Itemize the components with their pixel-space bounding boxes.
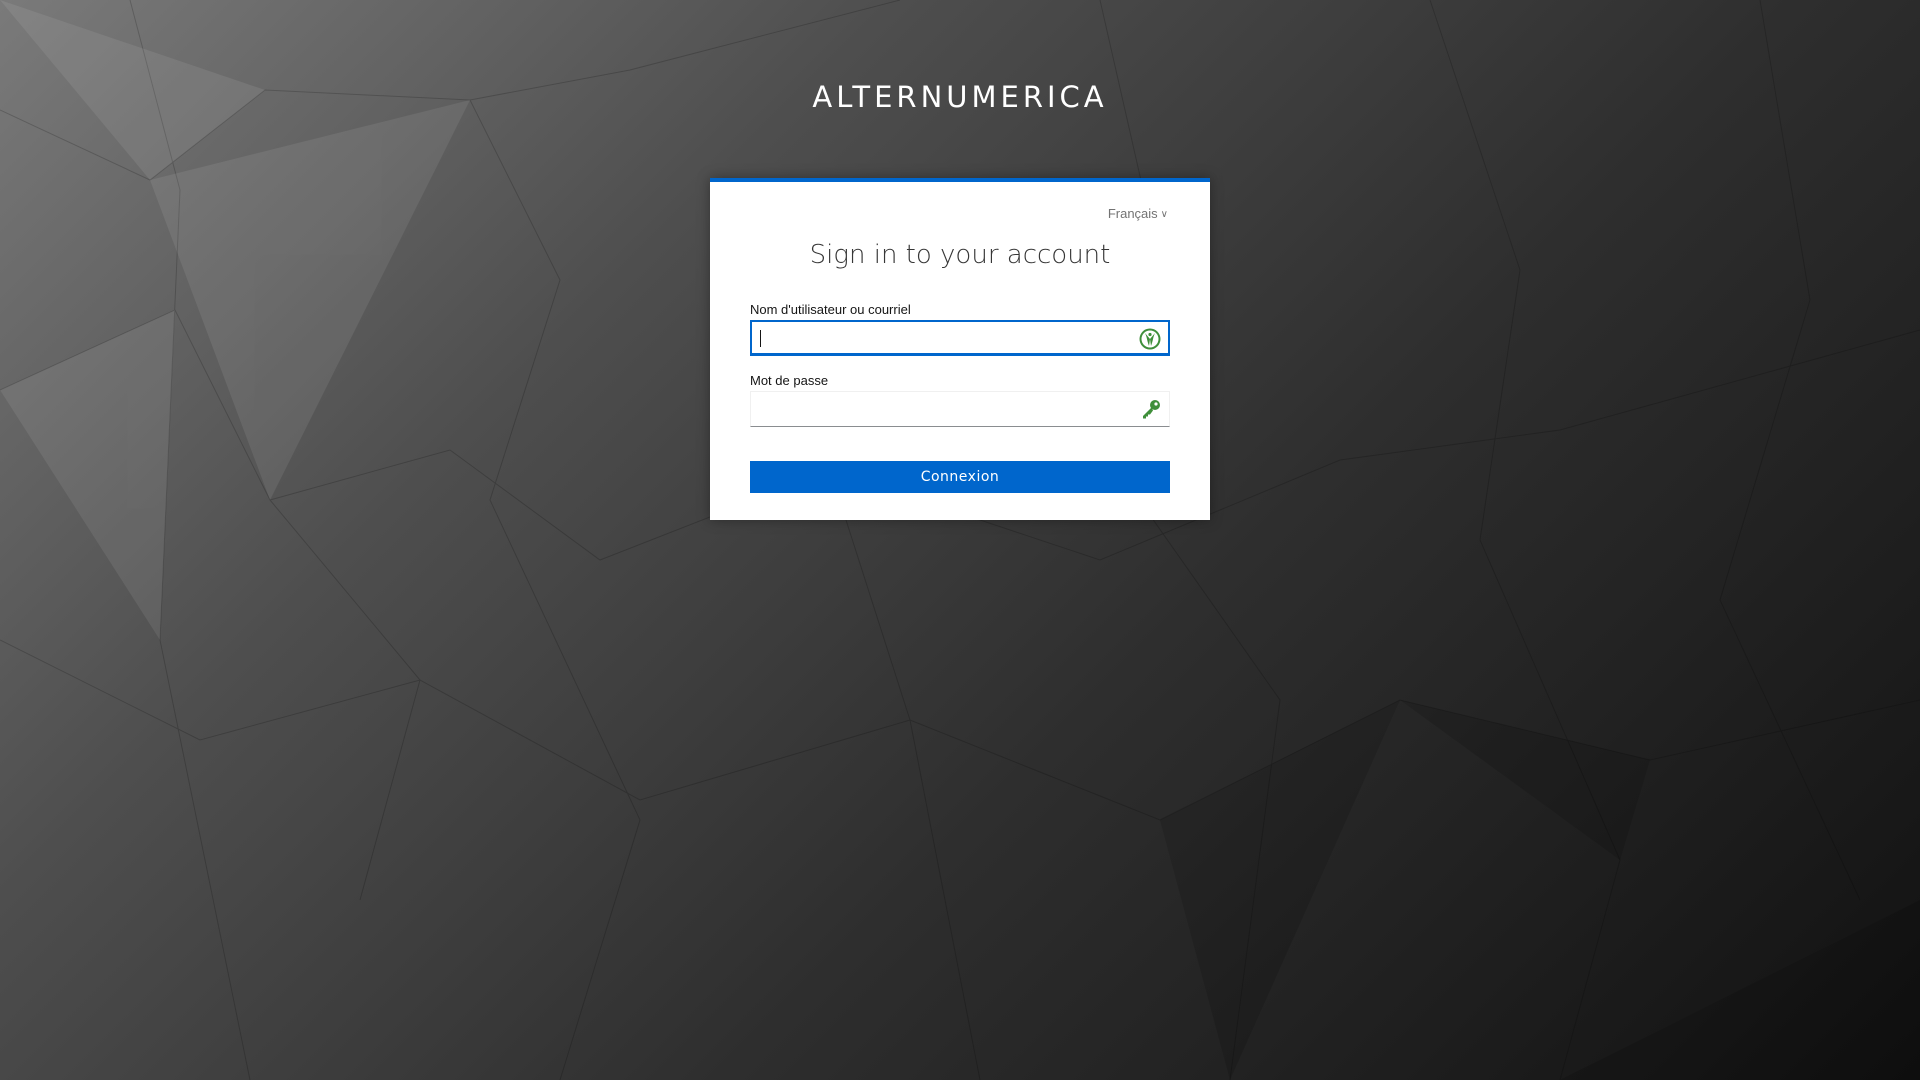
language-label: Français <box>1107 206 1158 221</box>
key-icon[interactable] <box>1139 397 1163 421</box>
language-selector[interactable]: Français ∨ <box>1108 206 1168 221</box>
page-title: Sign in to your account <box>809 240 1111 270</box>
password-manager-icon[interactable] <box>1138 327 1162 351</box>
background-pattern <box>0 0 1920 1080</box>
username-input[interactable] <box>752 322 1132 353</box>
password-label: Mot de passe <box>750 373 829 388</box>
username-field-wrapper <box>750 320 1170 356</box>
password-field-wrapper <box>750 391 1170 427</box>
brand-logo-text: ALTERNUMERICA <box>812 80 1108 114</box>
login-card: Français ∨ Sign in to your account Nom d'… <box>710 178 1210 520</box>
login-button[interactable]: Connexion <box>750 461 1170 493</box>
password-input[interactable] <box>751 392 1131 426</box>
text-cursor <box>760 330 761 347</box>
chevron-down-icon: ∨ <box>1160 209 1168 220</box>
username-label: Nom d'utilisateur ou courriel <box>750 302 911 317</box>
